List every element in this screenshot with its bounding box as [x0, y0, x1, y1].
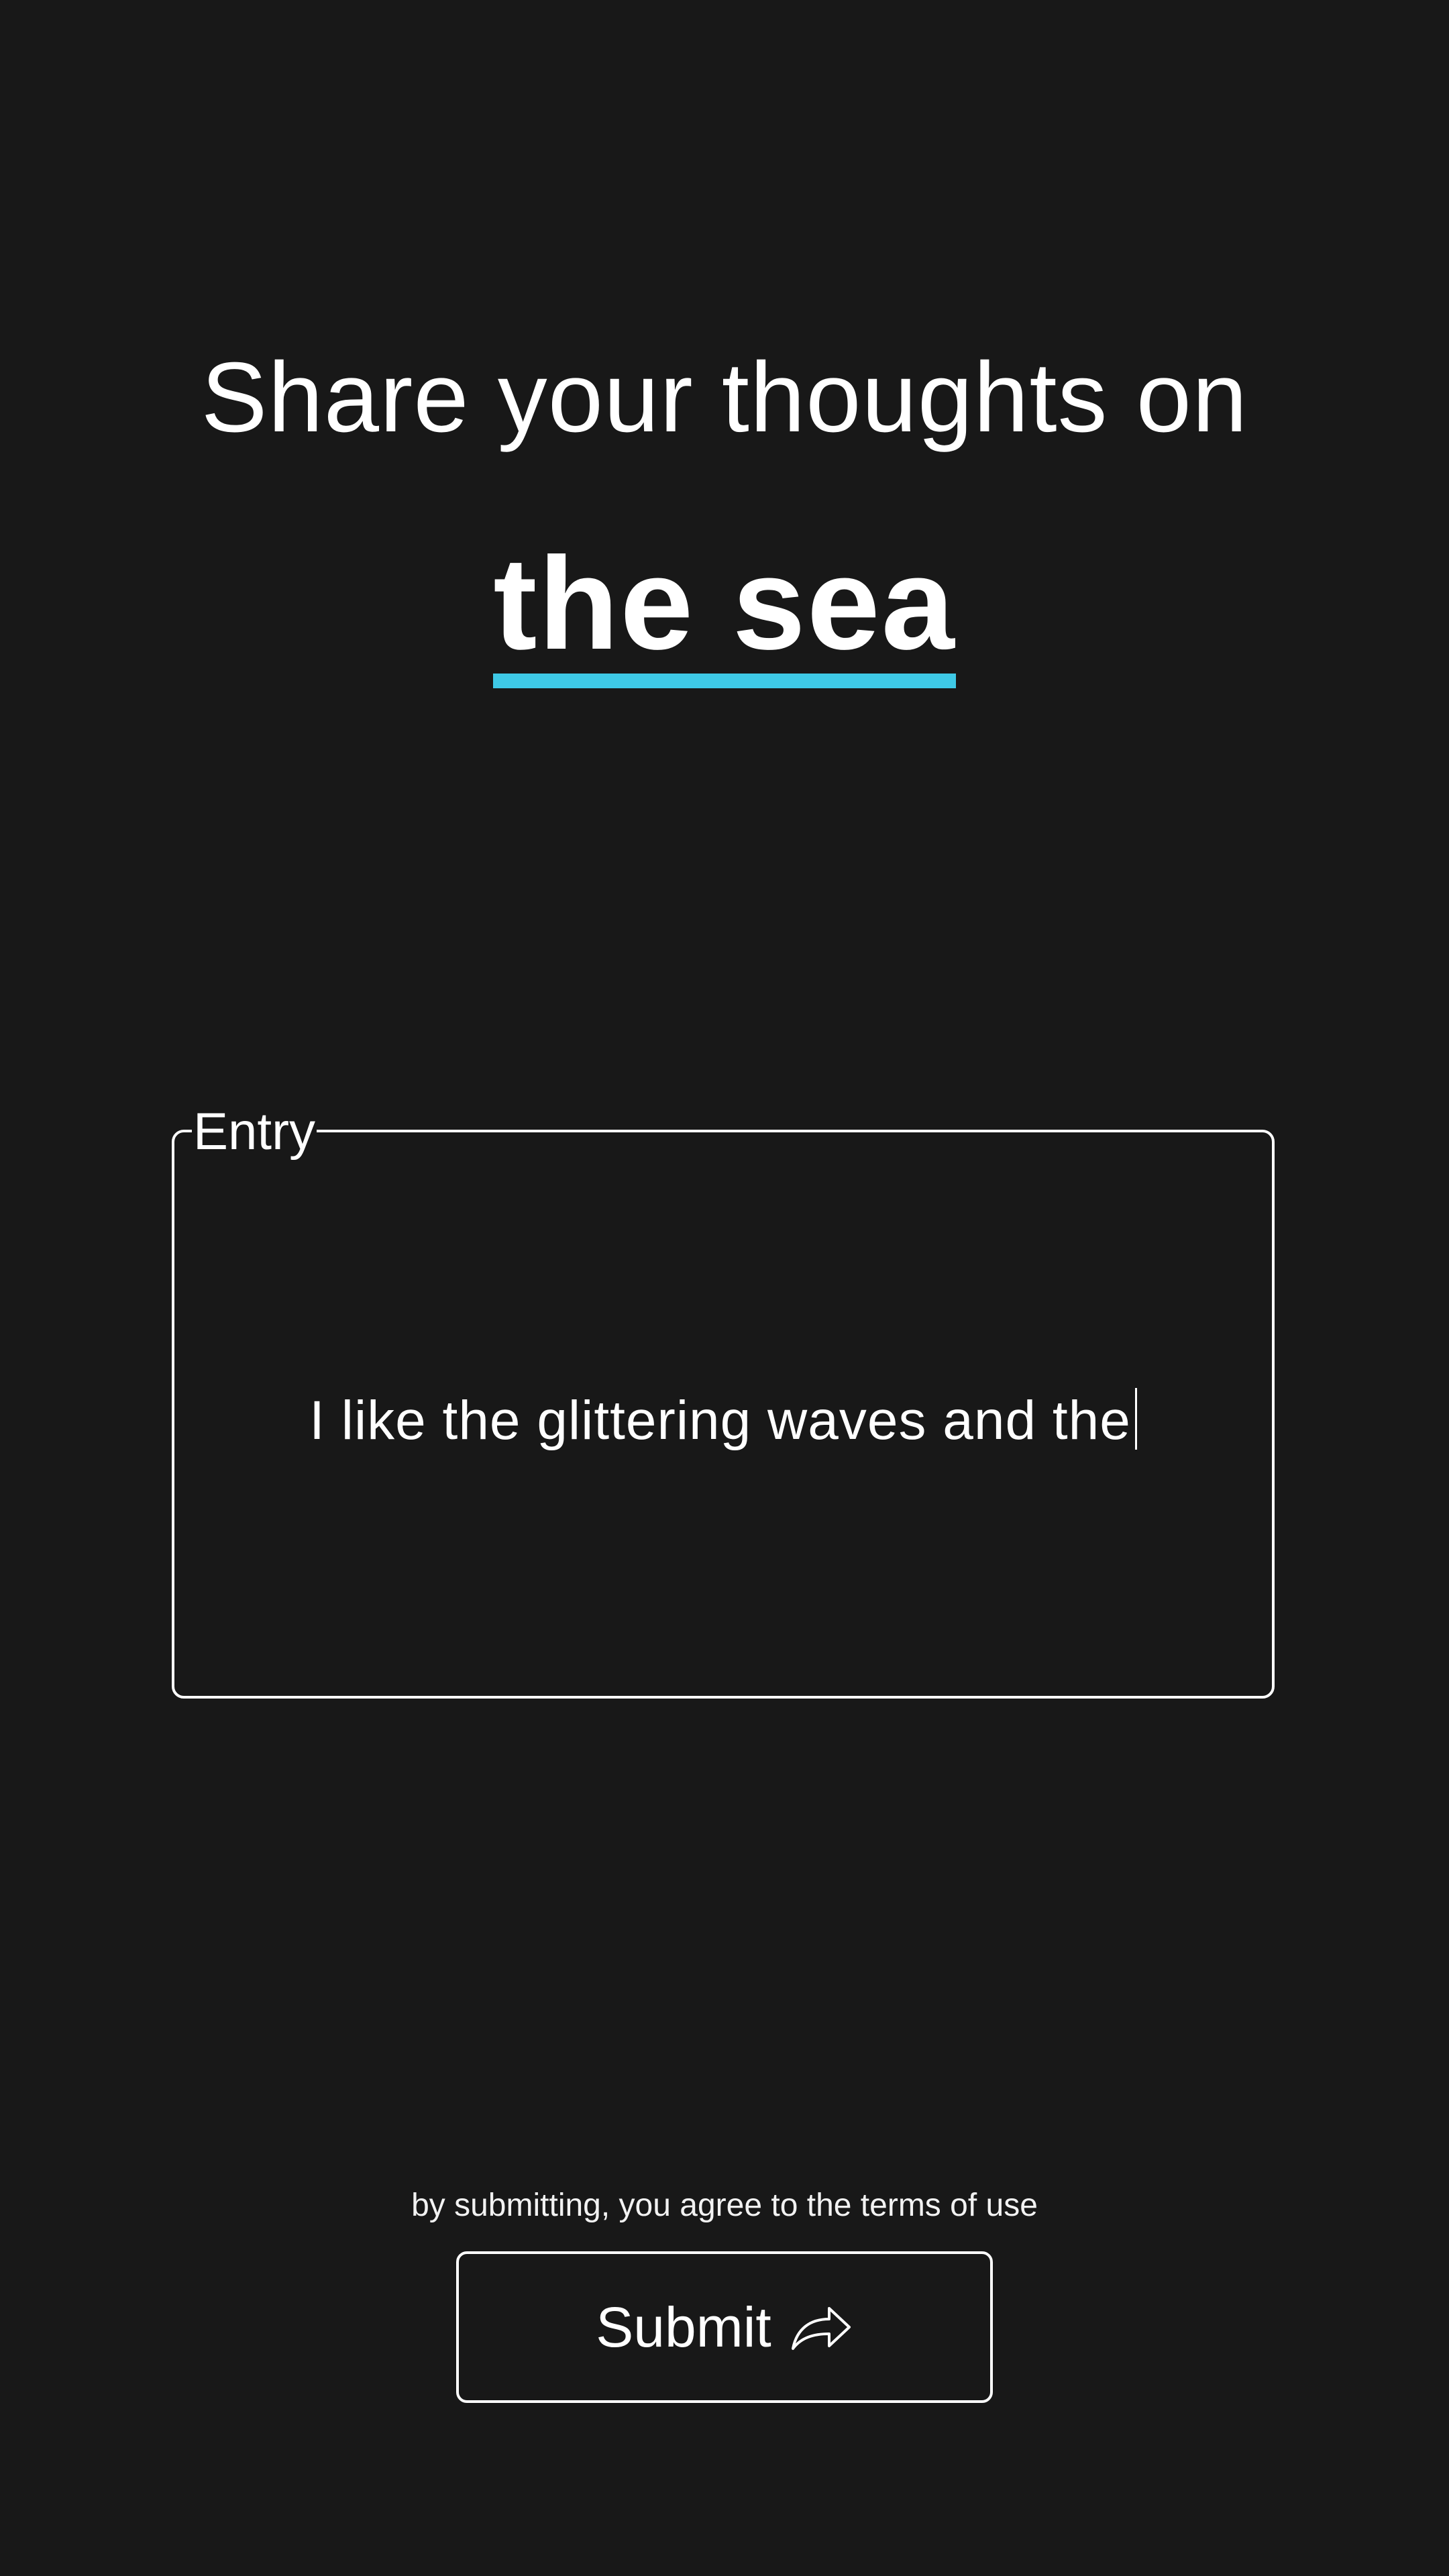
entry-value[interactable]: I like the glittering waves and the [309, 1390, 1131, 1451]
submit-label: Submit [596, 2296, 771, 2359]
submit-button[interactable]: Submit [456, 2251, 993, 2403]
topic-container: the sea [0, 537, 1449, 688]
prompt-heading: Share your thoughts on [201, 342, 1248, 453]
prompt-topic: the sea [493, 537, 956, 688]
entry-legend: Entry [193, 1102, 316, 1161]
entry-text-line[interactable]: I like the glittering waves and the [174, 1387, 1272, 1454]
share-arrow-icon [789, 2299, 853, 2355]
text-caret [1134, 1388, 1137, 1450]
terms-notice: by submitting, you agree to the terms of… [411, 2188, 1038, 2223]
entry-field[interactable]: Entry I like the glittering waves and th… [172, 1103, 1275, 1699]
